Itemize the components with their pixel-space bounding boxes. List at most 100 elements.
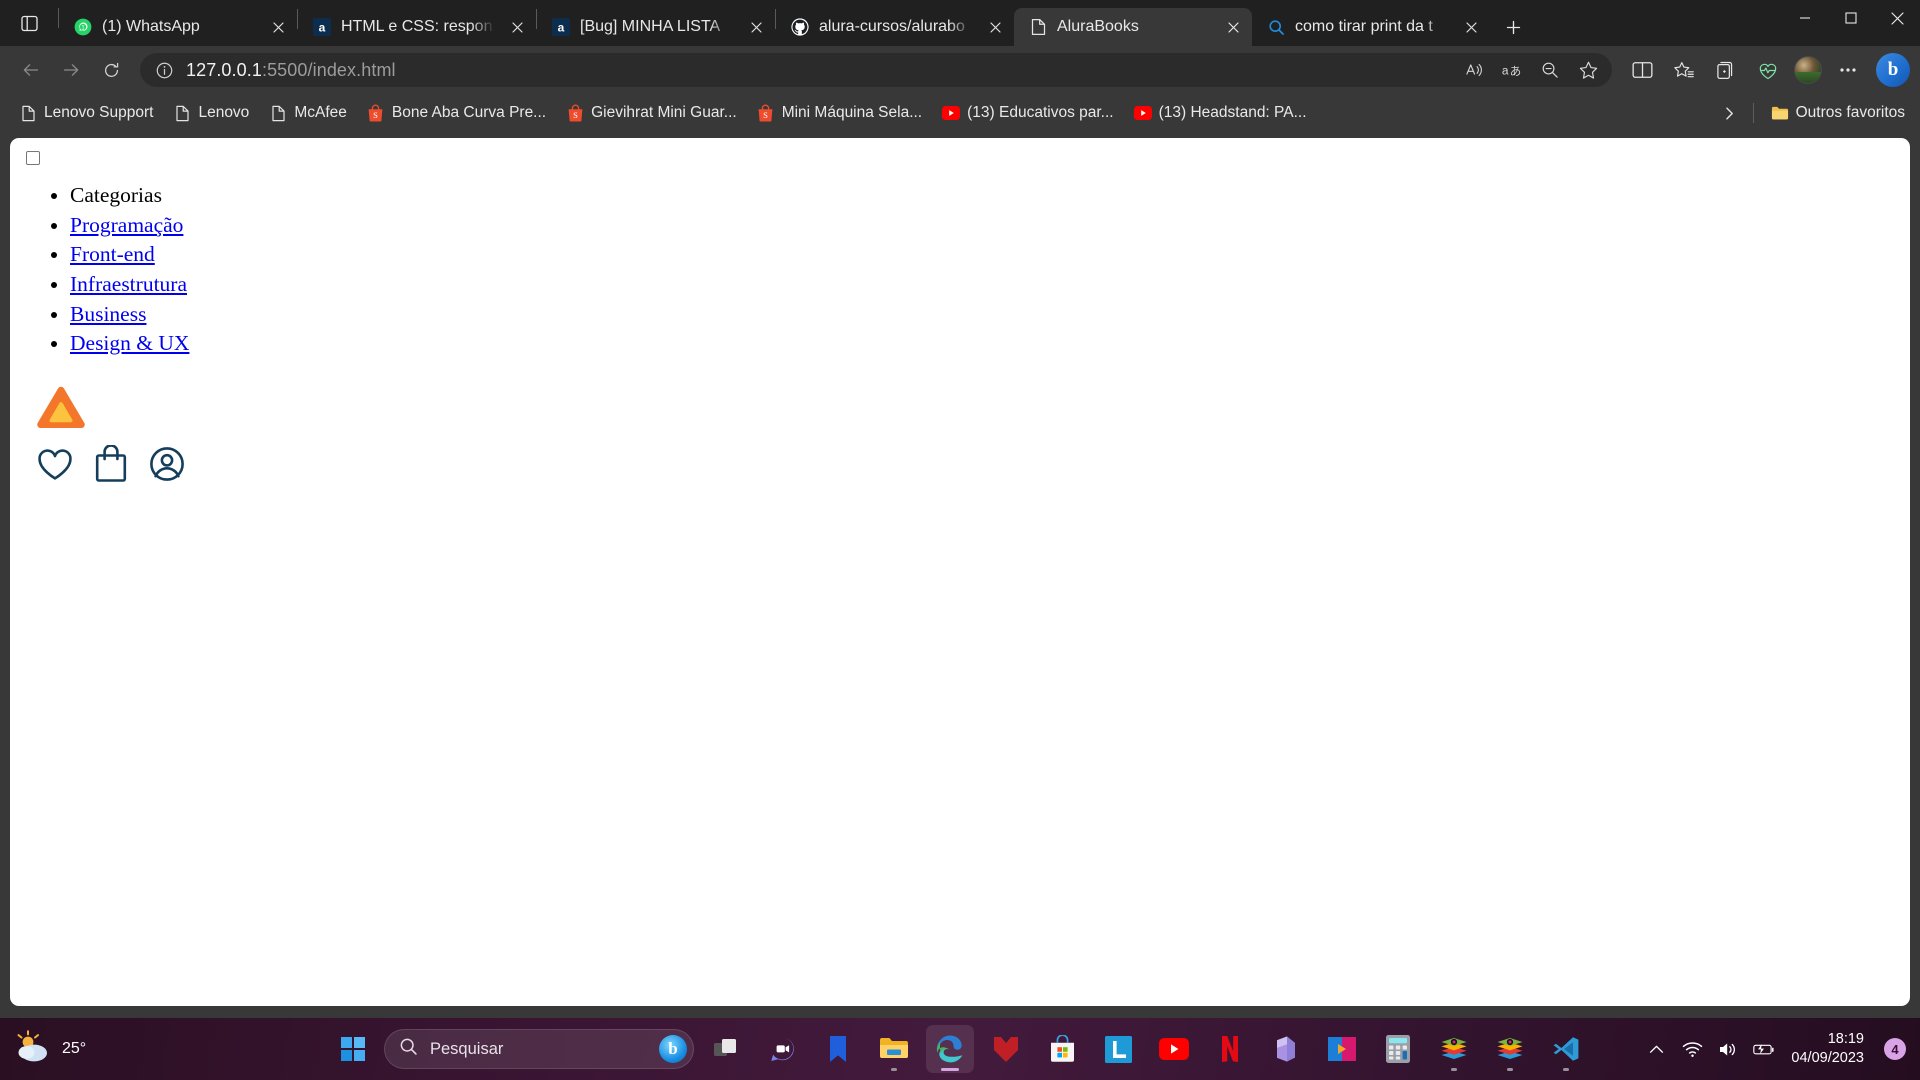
close-icon[interactable] [504,14,530,40]
weather-widget[interactable]: 25° [14,1029,122,1069]
browser-tab-bing-search[interactable]: como tirar print da t [1252,8,1490,46]
chevron-up-icon[interactable] [1645,1038,1667,1060]
bing-chat-icon[interactable]: b [659,1035,687,1063]
github-icon [790,17,810,37]
browser-tab-html-css[interactable]: a HTML e CSS: respon [298,8,536,46]
collections-icon[interactable] [1706,53,1746,87]
favorites-heart-icon[interactable] [36,446,74,482]
windows-start-icon[interactable] [330,1026,376,1072]
youtube-icon[interactable] [1150,1025,1198,1073]
active-indicator [941,1068,959,1071]
read-aloud-icon[interactable] [1456,54,1492,86]
teams-chat-icon[interactable] [758,1025,806,1073]
category-link-programacao[interactable]: Programação [70,213,183,237]
close-icon[interactable] [743,14,769,40]
category-link-design-ux[interactable]: Design & UX [70,331,189,355]
netflix-icon[interactable] [1206,1025,1254,1073]
list-item: Infraestrutura [70,270,1902,300]
bookmark-label: Lenovo [198,104,250,121]
partly-cloudy-icon [14,1029,56,1069]
close-icon[interactable] [265,14,291,40]
alura-icon: a [312,17,332,37]
bookmark-item[interactable]: S Bone Aba Curva Pre... [358,99,555,127]
live-server-icon[interactable] [1430,1025,1478,1073]
profile-avatar[interactable] [1794,56,1822,84]
user-account-icon[interactable] [148,445,186,483]
svg-text:a: a [558,21,565,35]
svg-text:あ: あ [1510,64,1521,78]
category-link-frontend[interactable]: Front-end [70,242,155,266]
chevron-right-icon[interactable] [1715,99,1745,127]
bookmark-item[interactable]: S Mini Máquina Sela... [748,99,931,127]
info-icon[interactable] [150,56,178,84]
file-explorer-icon[interactable] [870,1025,918,1073]
taskbar-clock[interactable]: 18:19 04/09/2023 [1791,1030,1864,1067]
close-icon[interactable] [1220,14,1246,40]
microsoft-edge-icon[interactable] [926,1025,974,1073]
favorites-icon[interactable] [1664,53,1704,87]
tab-title: alura-cursos/alurabo [819,18,965,35]
bookmark-item[interactable]: McAfee [260,99,356,127]
bookmark-item[interactable]: Lenovo Support [10,99,162,127]
address-bar[interactable]: 127.0.0.1:5500/index.html aあ [140,53,1612,87]
shopping-bag-icon[interactable] [94,444,128,483]
close-icon[interactable] [1458,14,1484,40]
search-checkbox[interactable] [26,151,40,165]
minimize-icon[interactable] [1782,0,1828,36]
translate-icon[interactable]: aあ [1494,54,1530,86]
bookmark-item[interactable]: S Gievihrat Mini Guar... [557,99,746,127]
task-view-icon[interactable] [702,1025,750,1073]
wifi-icon[interactable] [1681,1038,1703,1060]
battery-charging-icon[interactable] [1753,1038,1775,1060]
category-link-business[interactable]: Business [70,302,146,326]
bookmark-item[interactable]: (13) Educativos par... [933,99,1122,127]
bookmark-label: (13) Headstand: PA... [1158,104,1307,121]
close-icon[interactable] [982,14,1008,40]
browser-tab-alurabooks[interactable]: AluraBooks [1014,8,1252,46]
bookmark-app-icon[interactable] [814,1025,862,1073]
document-icon [1028,17,1048,37]
url-text[interactable]: 127.0.0.1:5500/index.html [178,60,1456,81]
alura-logo[interactable] [34,385,88,433]
lenovo-vantage-icon[interactable] [1094,1025,1142,1073]
refresh-icon[interactable] [92,53,130,87]
close-icon[interactable] [1874,0,1920,36]
list-item: Front-end [70,240,1902,270]
split-screen-icon[interactable] [1622,53,1662,87]
star-icon[interactable] [1570,54,1606,86]
vs-code-icon[interactable] [1542,1025,1590,1073]
shopee-icon: S [367,104,385,122]
document-icon [173,104,191,122]
bookmark-item[interactable]: Lenovo [164,99,258,127]
browser-tab-bug-minha-lista[interactable]: a [Bug] MINHA LISTA [537,8,775,46]
microsoft-store-icon[interactable] [1038,1025,1086,1073]
forward-arrow-icon[interactable] [52,53,90,87]
copilot-icon[interactable]: b [1876,53,1910,87]
browser-essentials-icon[interactable] [1748,53,1788,87]
tab-search-icon[interactable] [14,10,44,36]
tab-search-area [0,0,58,46]
microsoft-365-icon[interactable] [1262,1025,1310,1073]
category-link-infraestrutura[interactable]: Infraestrutura [70,272,187,296]
more-options-icon[interactable] [1828,53,1868,87]
document-icon [269,104,287,122]
browser-tab-github[interactable]: alura-cursos/alurabo [776,8,1014,46]
notification-badge[interactable]: 4 [1884,1038,1906,1060]
mcafee-icon[interactable] [982,1025,1030,1073]
bookmark-item[interactable]: (13) Headstand: PA... [1125,99,1316,127]
taskbar-search-box[interactable]: Pesquisar b [384,1029,694,1069]
svg-text:S: S [374,110,379,120]
zoom-out-icon[interactable] [1532,54,1568,86]
browser-tab-whatsapp[interactable]: 1 (1) WhatsApp [59,8,297,46]
running-indicator [891,1068,897,1071]
live-server-icon-2[interactable] [1486,1025,1534,1073]
speaker-icon[interactable] [1717,1038,1739,1060]
folder-icon [1771,104,1789,122]
maximize-icon[interactable] [1828,0,1874,36]
clipchamp-icon[interactable] [1318,1025,1366,1073]
calculator-icon[interactable] [1374,1025,1422,1073]
back-arrow-icon[interactable] [12,53,50,87]
bookmark-other-favorites[interactable]: Outros favoritos [1762,99,1914,127]
new-tab-button[interactable] [1496,10,1530,44]
svg-text:a: a [1502,64,1509,78]
